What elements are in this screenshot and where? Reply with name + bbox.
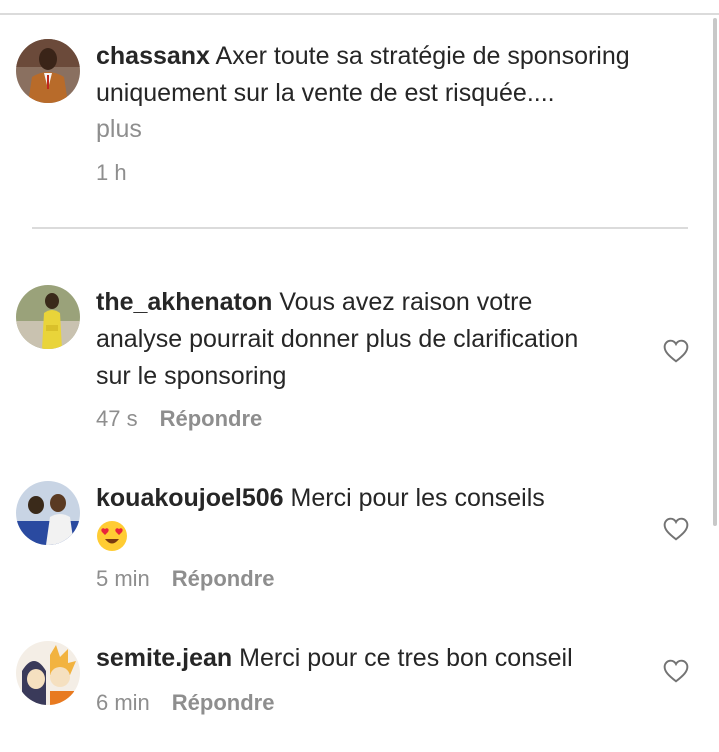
username[interactable]: the_akhenaton xyxy=(96,288,272,316)
timestamp: 47 s xyxy=(96,406,138,431)
comment-body: chassanx Axer toute sa stratégie de spon… xyxy=(96,38,696,112)
scrollbar[interactable] xyxy=(713,18,717,526)
heart-icon[interactable] xyxy=(663,659,689,683)
avatar[interactable] xyxy=(16,285,80,349)
heart-icon[interactable] xyxy=(663,517,689,541)
username[interactable]: chassanx xyxy=(96,42,210,70)
avatar[interactable] xyxy=(16,39,80,103)
more-link[interactable]: plus xyxy=(96,111,142,147)
comment-text: Merci pour les conseils xyxy=(283,484,545,512)
comment-meta: 47 s Répondre xyxy=(96,406,262,432)
username[interactable]: kouakoujoel506 xyxy=(96,484,284,512)
top-divider xyxy=(0,13,719,15)
timestamp: 1 h xyxy=(96,160,127,185)
comment-meta: 6 min Répondre xyxy=(96,690,274,716)
heart-icon[interactable] xyxy=(663,339,689,363)
avatar[interactable] xyxy=(16,641,80,705)
comment-text: Merci pour ce tres bon conseil xyxy=(232,644,573,672)
timestamp: 6 min xyxy=(96,690,150,715)
username[interactable]: semite.jean xyxy=(96,644,232,672)
comment-body: the_akhenaton Vous avez raison votre ana… xyxy=(96,284,616,395)
comment-meta: 1 h xyxy=(96,160,127,186)
timestamp: 5 min xyxy=(96,566,150,591)
comment-body: semite.jean Merci pour ce tres bon conse… xyxy=(96,640,656,677)
reply-button[interactable]: Répondre xyxy=(172,690,275,715)
heart-eyes-emoji-icon xyxy=(97,521,127,552)
reply-button[interactable]: Répondre xyxy=(172,566,275,591)
reply-button[interactable]: Répondre xyxy=(160,406,263,431)
avatar[interactable] xyxy=(16,481,80,545)
caption-divider xyxy=(32,227,688,229)
comment-meta: 5 min Répondre xyxy=(96,566,274,592)
comment-body: kouakoujoel506 Merci pour les conseils xyxy=(96,480,616,554)
